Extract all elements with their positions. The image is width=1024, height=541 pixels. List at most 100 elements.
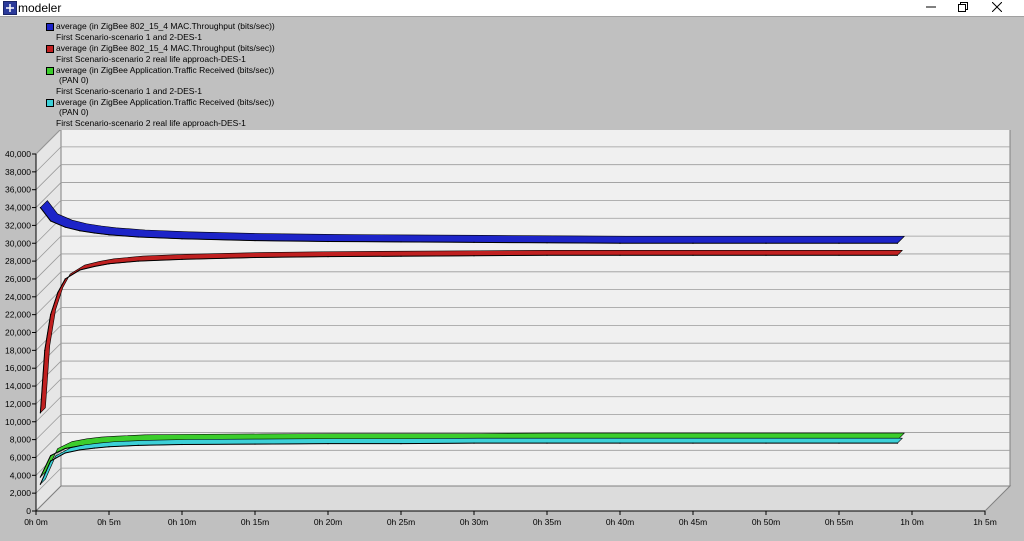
legend-sublabel: First Scenario-scenario 2 real life appr… (56, 54, 246, 64)
y-tick-label: 24,000 (5, 292, 31, 302)
chart: 0 2,000 4,000 6,000 8,000 10,000 12,000 14,000 1… (5, 130, 1012, 527)
y-tick-label: 26,000 (5, 274, 31, 284)
y-tick-label: 18,000 (5, 345, 31, 355)
series-point (39, 476, 41, 478)
series-point (619, 242, 621, 244)
legend-sublabel: First Scenario-scenario 2 real life appr… (56, 118, 246, 128)
series-point (473, 255, 475, 257)
series-point (64, 226, 66, 228)
x-tick-label: 0h 40m (606, 517, 634, 527)
series-point (400, 443, 402, 445)
legend-sublabel: (PAN 0) (59, 107, 89, 117)
y-tick-label: 30,000 (5, 238, 31, 248)
series-point (50, 460, 52, 462)
x-tick-label: 0h 45m (679, 517, 707, 527)
series-point (619, 442, 621, 444)
x-tick-label: 0h 10m (168, 517, 196, 527)
x-tick-label: 0h 5m (97, 517, 121, 527)
minimize-button[interactable] (916, 0, 946, 16)
legend-swatch (46, 45, 54, 53)
series-point (838, 242, 840, 244)
series-point (79, 230, 81, 232)
y-tick-label: 40,000 (5, 149, 31, 159)
x-tick-label: 0h 15m (241, 517, 269, 527)
series-point (896, 242, 899, 244)
series-point (327, 256, 329, 258)
series-point (181, 238, 183, 240)
y-tick-label: 16,000 (5, 363, 31, 373)
series-point (765, 254, 767, 256)
y-tick-label: 28,000 (5, 256, 31, 266)
legend-label: average (in ZigBee Application.Traffic R… (56, 97, 275, 107)
series-point (473, 241, 475, 243)
x-tick-label: 1h 5m (973, 517, 997, 527)
series-point (93, 232, 95, 234)
y-tick-label: 12,000 (5, 399, 31, 409)
legend-sublabel: First Scenario-scenario 1 and 2-DES-1 (56, 32, 202, 42)
series-point (896, 254, 899, 256)
legend-swatch (46, 23, 54, 31)
series-point (137, 444, 139, 447)
x-tick-label: 0h 20m (314, 517, 342, 527)
series-point (79, 269, 81, 271)
series-point (50, 220, 52, 222)
y-tick-label: 14,000 (5, 381, 31, 391)
series-point (765, 242, 767, 244)
series-point (546, 242, 548, 244)
legend-label: average (in ZigBee Application.Traffic R… (56, 65, 275, 75)
y-tick-label: 0 (26, 506, 31, 516)
series-point (108, 234, 110, 236)
series-point (473, 442, 475, 444)
series-point (546, 442, 548, 444)
plot-area: 0 2,000 4,000 6,000 8,000 10,000 12,000 14,000 1… (0, 130, 1024, 541)
series-point (64, 452, 66, 454)
restore-icon (958, 0, 968, 17)
close-button[interactable] (982, 0, 1012, 16)
y-tick-label: 20,000 (5, 328, 31, 338)
app-icon (3, 1, 17, 15)
series-point (327, 443, 329, 445)
restore-button[interactable] (948, 0, 978, 16)
legend-label: average (in ZigBee 802_15_4 MAC.Throughp… (56, 43, 275, 53)
legend-swatch (46, 67, 54, 75)
x-tick-label: 0h 25m (387, 517, 415, 527)
series-point (50, 314, 52, 316)
y-tick-label: 2,000 (10, 488, 32, 498)
y-tick-label: 6,000 (10, 452, 32, 462)
x-tick-label: 0h 55m (825, 517, 853, 527)
y-tick-label: 34,000 (5, 203, 31, 213)
series-point (39, 412, 41, 414)
series-point (254, 239, 256, 242)
title-bar: modeler (0, 0, 1024, 16)
minimize-icon (926, 0, 936, 17)
series-point (400, 255, 402, 257)
series-point (93, 447, 95, 449)
legend-sublabel: First Scenario-scenario 1 and 2-DES-1 (56, 86, 202, 96)
legend: average (in ZigBee 802_15_4 MAC.Throughp… (0, 16, 1024, 131)
series-point (50, 455, 52, 457)
plot-floor (34, 485, 1012, 512)
window-title: modeler (18, 1, 62, 15)
series-point (692, 254, 694, 256)
y-tick-label: 8,000 (10, 435, 32, 445)
series-point (765, 442, 767, 444)
series-point (137, 260, 139, 262)
y-tick-label: 32,000 (5, 220, 31, 230)
series-point (838, 254, 840, 256)
series-point (137, 236, 139, 238)
x-tick-label: 0h 35m (533, 517, 561, 527)
series-point (327, 240, 329, 243)
close-icon (991, 0, 1003, 17)
series-point (108, 446, 110, 448)
y-tick-label: 38,000 (5, 167, 31, 177)
x-tick-label: 0h 0m (24, 517, 48, 527)
series-point (692, 242, 694, 244)
series-point (838, 442, 840, 444)
series-point (64, 447, 66, 450)
series-point (79, 449, 81, 451)
series-point (619, 254, 621, 256)
y-tick-label: 10,000 (5, 417, 31, 427)
series-point (546, 254, 548, 256)
series-point (39, 483, 41, 485)
series-point (64, 278, 66, 280)
